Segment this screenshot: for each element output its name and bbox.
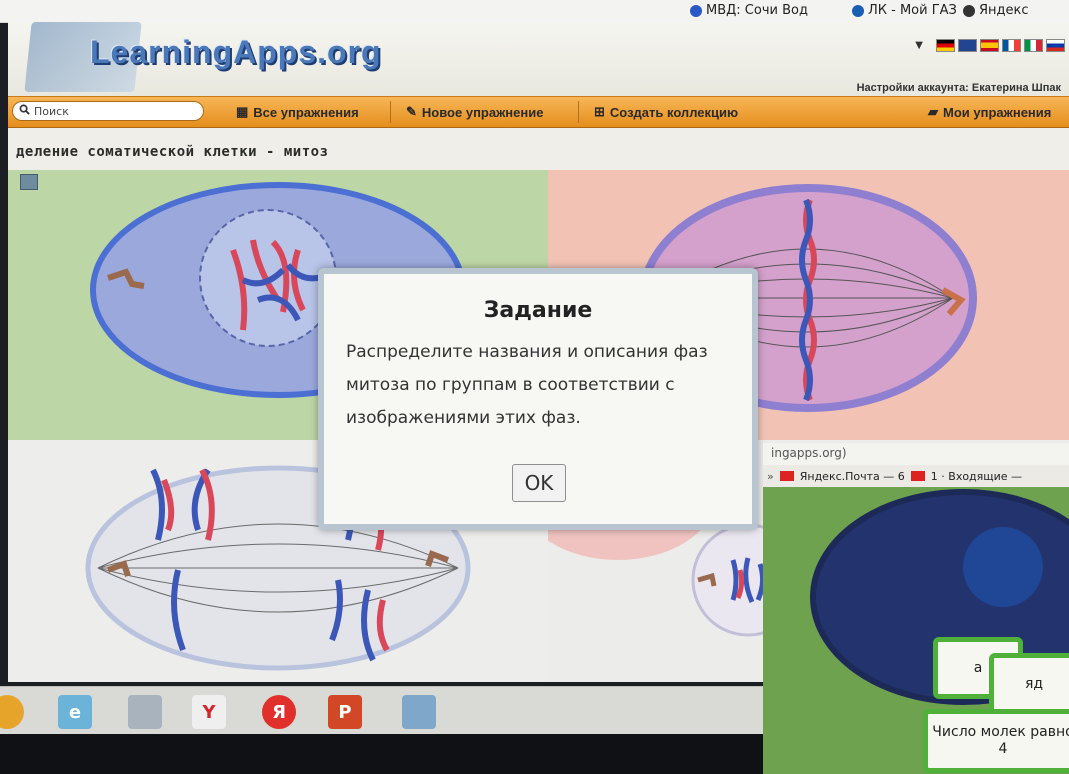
powerpoint-icon[interactable]: P: [328, 695, 362, 729]
yandex-icon: [963, 4, 975, 17]
main-toolbar: Поиск ▦ Все упражнения ✎ Новое упражнени…: [8, 96, 1069, 128]
toolbar-divider: [390, 101, 391, 123]
search-icon: [19, 104, 30, 118]
flag-uk-icon[interactable]: [958, 39, 977, 52]
bookmark-yandex[interactable]: Яндекс: [963, 3, 1029, 18]
globe-icon: [690, 4, 702, 17]
dialog-instructions: Распределите названия и описания фаз мит…: [346, 342, 708, 428]
all-exercises-button[interactable]: ▦ Все упражнения: [236, 104, 359, 120]
account-settings-link[interactable]: Настройки аккаунта: Екатерина Шпак: [857, 82, 1061, 94]
flag-fr-icon[interactable]: [1002, 39, 1021, 52]
second-photo-overlay: ingapps.org) » Яндекс.Почта — 6 1 · Вход…: [763, 443, 1069, 774]
my-exercises-button[interactable]: ▰ Мои упражнения: [928, 104, 1051, 120]
new-exercise-button[interactable]: ✎ Новое упражнение: [406, 104, 543, 120]
chevron-icon: »: [767, 469, 774, 483]
mail-icon: [910, 471, 925, 481]
exercise-stage-overlay: а яд Число молек равно 4: [763, 487, 1069, 774]
pencil-icon: ✎: [406, 104, 417, 119]
yandex-icon[interactable]: Я: [262, 695, 296, 729]
printer-icon[interactable]: [128, 695, 162, 729]
globe-icon: [852, 4, 864, 17]
chrome-icon[interactable]: [0, 695, 24, 729]
bookmark-mvd[interactable]: МВД: Сочи Вод: [690, 3, 808, 18]
flag-ru-icon[interactable]: [1046, 39, 1065, 52]
exercise-title: деление соматической клетки - митоз: [16, 144, 329, 160]
ok-button[interactable]: OK: [512, 464, 566, 502]
flag-de-icon[interactable]: [936, 39, 955, 52]
flag-es-icon[interactable]: [980, 39, 999, 52]
toolbar-divider: [578, 101, 579, 123]
flag-it-icon[interactable]: [1024, 39, 1043, 52]
yandex-browser-icon[interactable]: Y: [192, 695, 226, 729]
site-logo[interactable]: LearningApps.org: [90, 34, 382, 71]
create-collection-button[interactable]: ⊞ Создать коллекцию: [594, 104, 738, 120]
browser-bookmarks-bar: МВД: Сочи Вод ЛК - Мой ГАЗ Яндекс: [0, 0, 1069, 23]
site-header: LearningApps.org ▼ Настройки аккаунта: Е…: [8, 22, 1069, 96]
folder-icon: ▰: [928, 104, 938, 119]
language-selector[interactable]: ▼: [915, 39, 1065, 52]
task-dialog: Задание Распределите названия и описания…: [318, 268, 758, 530]
screenshot-tool-icon[interactable]: [402, 695, 436, 729]
bookmark-yandex-mail[interactable]: Яндекс.Почта — 6: [800, 470, 905, 483]
browser-bookmarks-bar: » Яндекс.Почта — 6 1 · Входящие —: [763, 465, 1069, 487]
search-input[interactable]: Поиск: [12, 101, 204, 121]
answer-card[interactable]: Число молек равно 4: [923, 709, 1069, 773]
browser-address-bar[interactable]: ingapps.org): [763, 443, 1069, 465]
search-placeholder: Поиск: [34, 104, 69, 118]
collection-icon: ⊞: [594, 104, 605, 119]
dialog-title: Задание: [483, 298, 593, 323]
dropdown-arrow-icon[interactable]: ▼: [915, 40, 923, 51]
edge-icon[interactable]: e: [58, 695, 92, 729]
windows-taskbar: e Y Я P: [0, 686, 765, 735]
bookmark-inbox[interactable]: 1 · Входящие —: [931, 470, 1022, 483]
address-bar-text: ingapps.org): [771, 446, 847, 460]
mail-icon: [779, 471, 794, 481]
answer-card[interactable]: яд: [989, 653, 1069, 715]
grid-icon: ▦: [236, 104, 249, 119]
fullscreen-icon[interactable]: [20, 174, 38, 190]
bookmark-gaz[interactable]: ЛК - Мой ГАЗ: [852, 3, 957, 18]
